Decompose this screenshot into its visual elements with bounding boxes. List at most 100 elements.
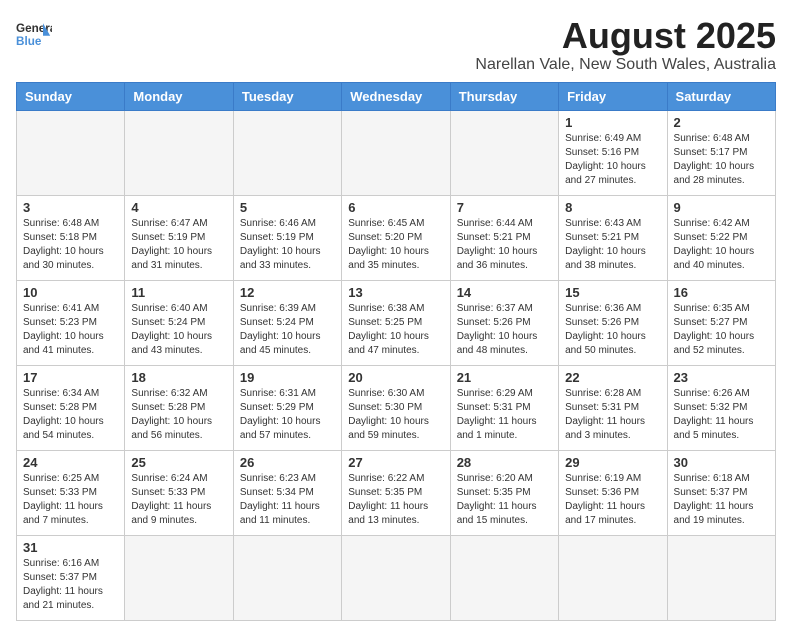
week-row-1: 1 Sunrise: 6:49 AM Sunset: 5:16 PM Daylig… <box>17 110 776 195</box>
calendar-cell-w6-d2 <box>233 535 341 620</box>
day-number: 12 <box>240 285 335 300</box>
header-sunday: Sunday <box>17 82 125 110</box>
day-number: 26 <box>240 455 335 470</box>
day-number: 19 <box>240 370 335 385</box>
day-number: 2 <box>674 115 769 130</box>
calendar-cell-w4-d6: 23Sunrise: 6:26 AM Sunset: 5:32 PM Dayli… <box>667 365 775 450</box>
day-info: Sunrise: 6:44 AM Sunset: 5:21 PM Dayligh… <box>457 217 552 273</box>
calendar-cell-w3-d5: 15 Sunrise: 6:36 AM Sunset: 5:26 PM Dayli… <box>559 280 667 365</box>
calendar-cell-w6-d1 <box>125 535 233 620</box>
calendar-cell-w3-d0: 10Sunrise: 6:41 AM Sunset: 5:23 PM Dayli… <box>17 280 125 365</box>
week-row-2: 3 Sunrise: 6:48 AM Sunset: 5:18 PM Daylig… <box>17 195 776 280</box>
day-number: 8 <box>565 200 660 215</box>
day-info: Sunrise: 6:22 AM Sunset: 5:35 PM Dayligh… <box>348 472 443 528</box>
header-monday: Monday <box>125 82 233 110</box>
calendar-cell-w3-d1: 11 Sunrise: 6:40 AM Sunset: 5:24 PM Dayli… <box>125 280 233 365</box>
day-info: Sunrise: 6:39 AM Sunset: 5:24 PM Dayligh… <box>240 302 335 358</box>
day-info: Sunrise: 6:42 AM Sunset: 5:22 PM Dayligh… <box>674 217 769 273</box>
day-number: 9 <box>674 200 769 215</box>
day-info: Sunrise: 6:23 AM Sunset: 5:34 PM Dayligh… <box>240 472 335 528</box>
page-header: General Blue August 2025 Narellan Vale, … <box>16 16 776 74</box>
calendar-cell-w1-d2 <box>233 110 341 195</box>
day-number: 21 <box>457 370 552 385</box>
day-info: Sunrise: 6:16 AM Sunset: 5:37 PM Dayligh… <box>23 557 118 613</box>
calendar-cell-w6-d5 <box>559 535 667 620</box>
day-info: Sunrise: 6:40 AM Sunset: 5:24 PM Dayligh… <box>131 302 226 358</box>
week-row-4: 17Sunrise: 6:34 AM Sunset: 5:28 PM Dayli… <box>17 365 776 450</box>
day-number: 15 <box>565 285 660 300</box>
day-number: 23 <box>674 370 769 385</box>
day-info: Sunrise: 6:31 AM Sunset: 5:29 PM Dayligh… <box>240 387 335 443</box>
day-number: 6 <box>348 200 443 215</box>
day-number: 1 <box>565 115 660 130</box>
header-wednesday: Wednesday <box>342 82 450 110</box>
calendar-cell-w5-d4: 28 Sunrise: 6:20 AM Sunset: 5:35 PM Dayli… <box>450 450 558 535</box>
day-info: Sunrise: 6:20 AM Sunset: 5:35 PM Dayligh… <box>457 472 552 528</box>
day-number: 30 <box>674 455 769 470</box>
calendar-cell-w2-d5: 8Sunrise: 6:43 AM Sunset: 5:21 PM Daylig… <box>559 195 667 280</box>
calendar-cell-w6-d3 <box>342 535 450 620</box>
calendar-cell-w4-d0: 17Sunrise: 6:34 AM Sunset: 5:28 PM Dayli… <box>17 365 125 450</box>
day-info: Sunrise: 6:29 AM Sunset: 5:31 PM Dayligh… <box>457 387 552 443</box>
day-info: Sunrise: 6:48 AM Sunset: 5:18 PM Dayligh… <box>23 217 118 273</box>
calendar-cell-w4-d4: 21 Sunrise: 6:29 AM Sunset: 5:31 PM Dayli… <box>450 365 558 450</box>
calendar-header-row: Sunday Monday Tuesday Wednesday Thursday… <box>17 82 776 110</box>
day-info: Sunrise: 6:49 AM Sunset: 5:16 PM Dayligh… <box>565 132 660 188</box>
day-number: 20 <box>348 370 443 385</box>
day-number: 17 <box>23 370 118 385</box>
calendar-cell-w5-d3: 27 Sunrise: 6:22 AM Sunset: 5:35 PM Dayli… <box>342 450 450 535</box>
day-number: 4 <box>131 200 226 215</box>
day-info: Sunrise: 6:37 AM Sunset: 5:26 PM Dayligh… <box>457 302 552 358</box>
day-info: Sunrise: 6:46 AM Sunset: 5:19 PM Dayligh… <box>240 217 335 273</box>
day-info: Sunrise: 6:18 AM Sunset: 5:37 PM Dayligh… <box>674 472 769 528</box>
calendar-cell-w3-d4: 14Sunrise: 6:37 AM Sunset: 5:26 PM Dayli… <box>450 280 558 365</box>
calendar-cell-w6-d4 <box>450 535 558 620</box>
calendar-cell-w3-d2: 12 Sunrise: 6:39 AM Sunset: 5:24 PM Dayli… <box>233 280 341 365</box>
day-info: Sunrise: 6:38 AM Sunset: 5:25 PM Dayligh… <box>348 302 443 358</box>
header-friday: Friday <box>559 82 667 110</box>
week-row-6: 31 Sunrise: 6:16 AM Sunset: 5:37 PM Dayli… <box>17 535 776 620</box>
calendar-cell-w1-d0 <box>17 110 125 195</box>
calendar-cell-w4-d5: 22Sunrise: 6:28 AM Sunset: 5:31 PM Dayli… <box>559 365 667 450</box>
calendar-cell-w5-d2: 26 Sunrise: 6:23 AM Sunset: 5:34 PM Dayli… <box>233 450 341 535</box>
day-number: 22 <box>565 370 660 385</box>
calendar-cell-w2-d6: 9 Sunrise: 6:42 AM Sunset: 5:22 PM Daylig… <box>667 195 775 280</box>
day-number: 27 <box>348 455 443 470</box>
calendar-cell-w4-d1: 18 Sunrise: 6:32 AM Sunset: 5:28 PM Dayli… <box>125 365 233 450</box>
day-number: 18 <box>131 370 226 385</box>
header-saturday: Saturday <box>667 82 775 110</box>
calendar-cell-w2-d0: 3 Sunrise: 6:48 AM Sunset: 5:18 PM Daylig… <box>17 195 125 280</box>
calendar-cell-w2-d3: 6Sunrise: 6:45 AM Sunset: 5:20 PM Daylig… <box>342 195 450 280</box>
day-info: Sunrise: 6:19 AM Sunset: 5:36 PM Dayligh… <box>565 472 660 528</box>
day-info: Sunrise: 6:48 AM Sunset: 5:17 PM Dayligh… <box>674 132 769 188</box>
calendar-cell-w6-d0: 31 Sunrise: 6:16 AM Sunset: 5:37 PM Dayli… <box>17 535 125 620</box>
day-number: 28 <box>457 455 552 470</box>
calendar-cell-w4-d2: 19 Sunrise: 6:31 AM Sunset: 5:29 PM Dayli… <box>233 365 341 450</box>
header-thursday: Thursday <box>450 82 558 110</box>
calendar-cell-w2-d2: 5 Sunrise: 6:46 AM Sunset: 5:19 PM Daylig… <box>233 195 341 280</box>
calendar-cell-w3-d6: 16Sunrise: 6:35 AM Sunset: 5:27 PM Dayli… <box>667 280 775 365</box>
day-info: Sunrise: 6:35 AM Sunset: 5:27 PM Dayligh… <box>674 302 769 358</box>
day-number: 31 <box>23 540 118 555</box>
day-number: 24 <box>23 455 118 470</box>
day-number: 11 <box>131 285 226 300</box>
title-block: August 2025 Narellan Vale, New South Wal… <box>475 16 776 74</box>
day-info: Sunrise: 6:36 AM Sunset: 5:26 PM Dayligh… <box>565 302 660 358</box>
day-number: 7 <box>457 200 552 215</box>
calendar-cell-w1-d3 <box>342 110 450 195</box>
day-info: Sunrise: 6:32 AM Sunset: 5:28 PM Dayligh… <box>131 387 226 443</box>
week-row-3: 10Sunrise: 6:41 AM Sunset: 5:23 PM Dayli… <box>17 280 776 365</box>
header-tuesday: Tuesday <box>233 82 341 110</box>
calendar-cell-w5-d6: 30 Sunrise: 6:18 AM Sunset: 5:37 PM Dayli… <box>667 450 775 535</box>
calendar-cell-w1-d6: 2 Sunrise: 6:48 AM Sunset: 5:17 PM Daylig… <box>667 110 775 195</box>
page-subtitle: Narellan Vale, New South Wales, Australi… <box>475 56 776 74</box>
day-number: 3 <box>23 200 118 215</box>
logo: General Blue <box>16 16 52 52</box>
calendar-cell-w2-d1: 4 Sunrise: 6:47 AM Sunset: 5:19 PM Daylig… <box>125 195 233 280</box>
day-info: Sunrise: 6:47 AM Sunset: 5:19 PM Dayligh… <box>131 217 226 273</box>
calendar-cell-w4-d3: 20Sunrise: 6:30 AM Sunset: 5:30 PM Dayli… <box>342 365 450 450</box>
calendar-cell-w2-d4: 7 Sunrise: 6:44 AM Sunset: 5:21 PM Daylig… <box>450 195 558 280</box>
calendar-cell-w6-d6 <box>667 535 775 620</box>
day-number: 5 <box>240 200 335 215</box>
day-info: Sunrise: 6:25 AM Sunset: 5:33 PM Dayligh… <box>23 472 118 528</box>
